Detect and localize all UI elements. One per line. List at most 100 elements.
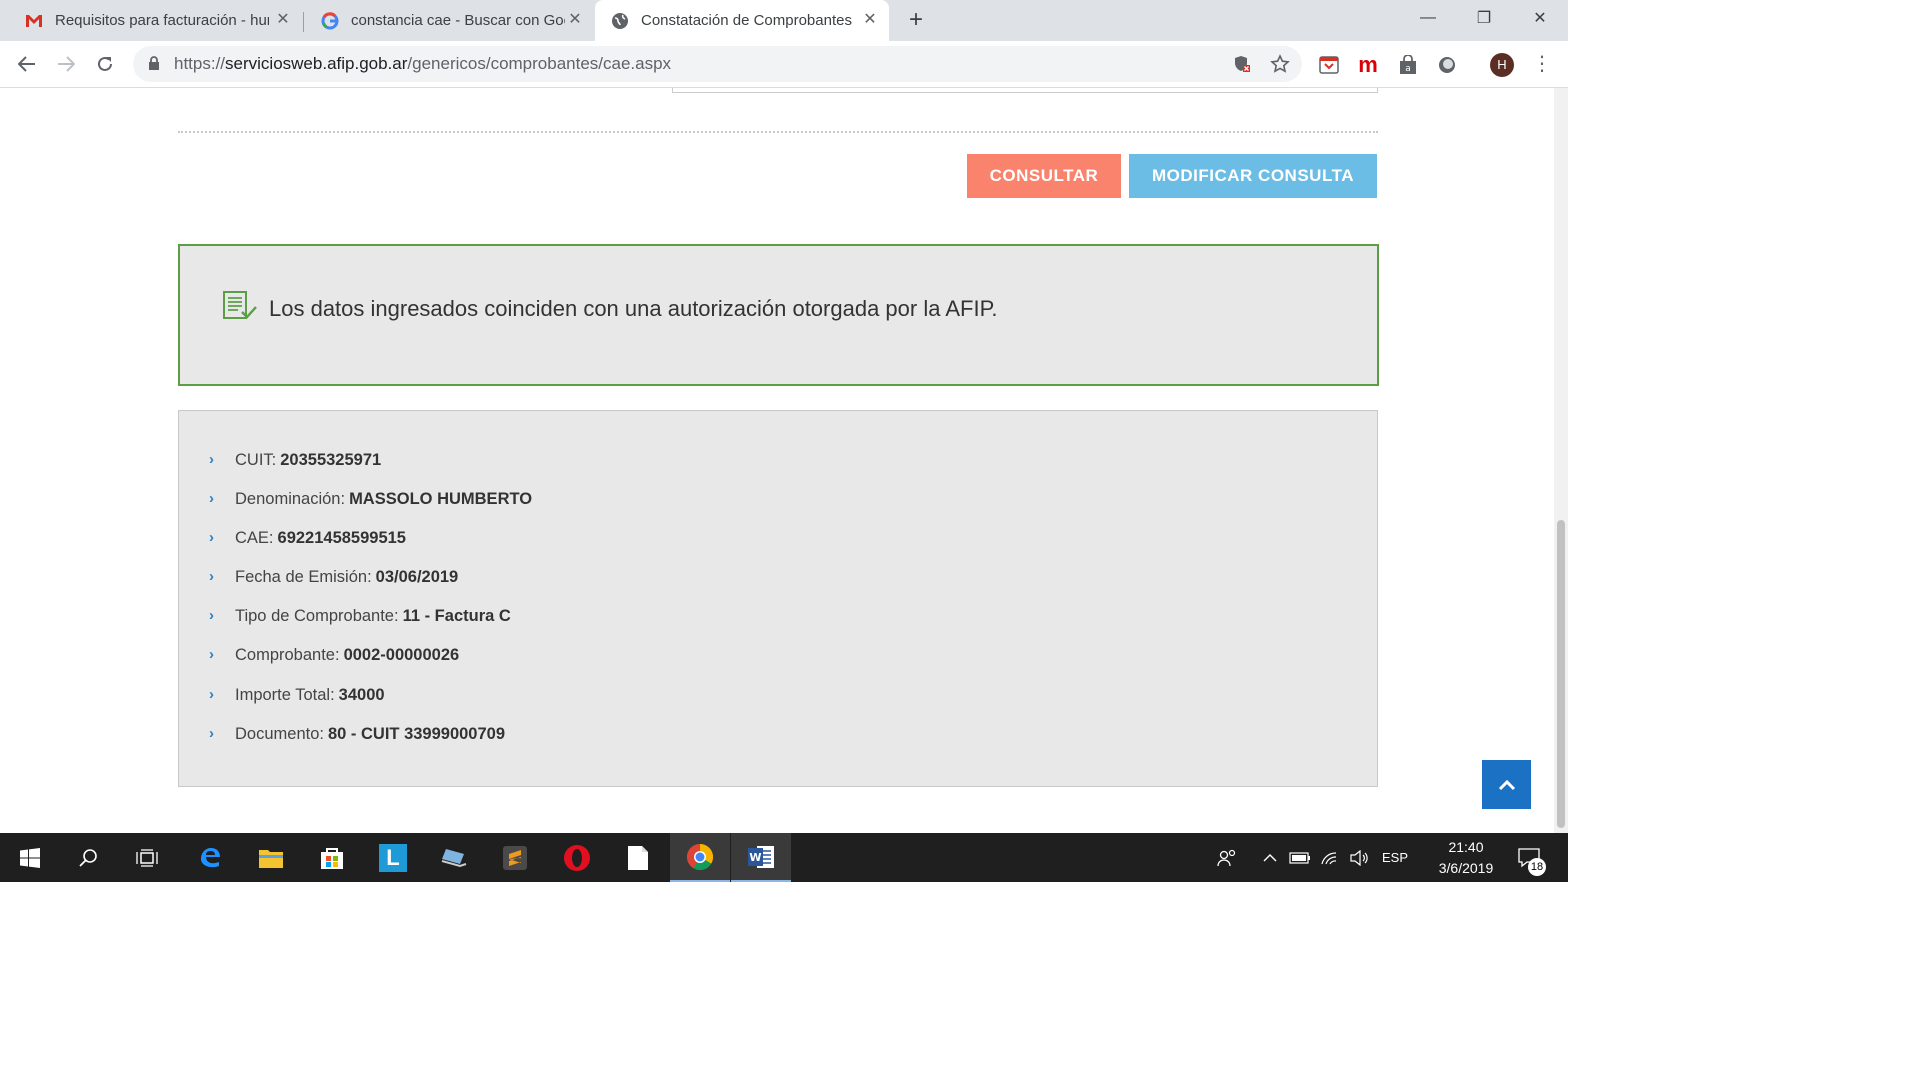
scrollbar-thumb[interactable]	[1557, 520, 1565, 828]
chevron-right-icon: ›	[209, 490, 214, 508]
opera-browser-icon[interactable]	[547, 833, 607, 882]
chevron-right-icon: ›	[209, 529, 214, 547]
svg-text:a: a	[1405, 64, 1411, 74]
new-tab-icon[interactable]: +	[904, 8, 928, 32]
tab-title: constancia cae - Buscar con Goo	[351, 12, 565, 29]
url-path: /genericos/comprobantes/cae.aspx	[407, 54, 672, 73]
details-list: › CUIT: 20355325971 › Denominación: MASSOLO …	[209, 451, 532, 764]
chevron-right-icon: ›	[209, 568, 214, 586]
chrome-browser-icon[interactable]	[670, 833, 730, 882]
blocked-content-icon[interactable]	[1232, 54, 1252, 74]
detail-value: 69221458599515	[277, 529, 406, 548]
tab-google-search[interactable]: constancia cae - Buscar con Goo ✕	[296, 0, 594, 41]
document-check-icon	[222, 290, 258, 327]
wifi-icon[interactable]	[1317, 833, 1343, 882]
windows-start-icon[interactable]	[0, 833, 60, 882]
success-message-box: Los datos ingresados coinciden con una a…	[178, 244, 1379, 386]
detail-value: 0002-00000026	[343, 646, 460, 665]
section-divider	[178, 131, 1378, 133]
mega-extension-icon[interactable]: m	[1357, 54, 1379, 76]
detail-label: CUIT:	[235, 451, 277, 469]
lock-icon	[148, 56, 160, 76]
detail-row-tipo-comprobante: › Tipo de Comprobante: 11 - Factura C	[209, 607, 532, 646]
success-message: Los datos ingresados coinciden con una a…	[269, 296, 998, 321]
restore-icon[interactable]: ❐	[1456, 0, 1512, 36]
minimize-icon[interactable]: —	[1400, 0, 1456, 36]
url-scheme: https://	[174, 54, 226, 73]
close-tab-icon[interactable]: ✕	[274, 11, 292, 29]
sublime-text-icon[interactable]	[485, 833, 545, 882]
clock-date: 3/6/2019	[1438, 860, 1494, 876]
modificar-consulta-button[interactable]: MODIFICAR CONSULTA	[1129, 154, 1377, 198]
back-icon[interactable]	[13, 50, 41, 78]
close-tab-icon[interactable]: ✕	[566, 11, 584, 29]
detail-label: Fecha de Emisión:	[235, 568, 372, 587]
chevron-up-icon[interactable]	[1258, 833, 1282, 882]
chevron-right-icon: ›	[209, 451, 214, 468]
chevron-up-icon	[1498, 779, 1515, 790]
close-tab-icon[interactable]: ✕	[861, 11, 879, 29]
page-scrollbar[interactable]	[1554, 88, 1568, 833]
people-icon[interactable]	[1212, 833, 1242, 882]
forward-icon[interactable]	[52, 50, 80, 78]
system-clock[interactable]: 21:40 3/6/2019	[1424, 837, 1508, 879]
detail-label: Importe Total:	[235, 685, 335, 704]
document-file-icon[interactable]	[608, 833, 668, 882]
l-app-icon[interactable]: L	[363, 833, 423, 882]
svg-text:W: W	[749, 851, 761, 864]
search-icon[interactable]	[58, 833, 118, 882]
detail-row-cae: › CAE: 69221458599515	[209, 529, 532, 568]
chevron-right-icon: ›	[209, 685, 214, 703]
tab-constatacion[interactable]: Constatación de Comprobantes | ✕	[595, 0, 889, 41]
close-window-icon[interactable]: ✕	[1512, 0, 1568, 36]
detail-value: 20355325971	[280, 451, 382, 469]
detail-row-importe-total: › Importe Total: 34000	[209, 686, 532, 725]
tab-title: Constatación de Comprobantes |	[641, 12, 855, 29]
browser-tab-strip: Requisitos para facturación - hum ✕ cons…	[0, 0, 1568, 41]
profile-avatar[interactable]: H	[1490, 53, 1514, 77]
detail-value: MASSOLO HUMBERTO	[349, 490, 533, 509]
notifications-icon[interactable]: 18	[1514, 833, 1546, 882]
tab-gmail[interactable]: Requisitos para facturación - hum ✕	[0, 0, 302, 41]
clock-time: 21:40	[1448, 839, 1484, 855]
detail-label: Documento:	[235, 724, 324, 743]
detail-row-denominacion: › Denominación: MASSOLO HUMBERTO	[209, 490, 532, 529]
microsoft-store-icon[interactable]	[302, 833, 362, 882]
google-icon	[321, 11, 339, 30]
consultar-button[interactable]: CONSULTAR	[967, 154, 1121, 198]
detail-value: 11 - Factura C	[402, 607, 511, 626]
address-bar[interactable]: https://serviciosweb.afip.gob.ar/generic…	[133, 46, 1302, 82]
edge-browser-icon[interactable]	[180, 833, 240, 882]
scroll-to-top-button[interactable]	[1482, 760, 1531, 809]
detail-row-documento: › Documento: 80 - CUIT 33999000709	[209, 725, 532, 764]
detail-value: 34000	[338, 685, 385, 704]
word-app-icon[interactable]: W	[731, 833, 791, 882]
pocket-extension-icon[interactable]	[1318, 54, 1340, 76]
detail-label: Comprobante:	[235, 646, 340, 665]
laptop-app-icon[interactable]	[424, 833, 484, 882]
browser-toolbar: https://serviciosweb.afip.gob.ar/generic…	[0, 41, 1568, 88]
detail-label: Tipo de Comprobante:	[235, 607, 399, 626]
bookmark-star-icon[interactable]	[1270, 54, 1290, 74]
language-indicator[interactable]: ESP	[1376, 833, 1414, 882]
browser-menu-icon[interactable]: ⋮	[1532, 53, 1552, 77]
shopping-bag-extension-icon[interactable]: a	[1397, 54, 1419, 76]
circle-extension-icon[interactable]	[1436, 54, 1458, 76]
detail-value: 03/06/2019	[375, 568, 459, 587]
reload-icon[interactable]	[91, 50, 119, 78]
detail-label: CAE:	[235, 529, 274, 548]
task-view-icon[interactable]	[117, 833, 177, 882]
detail-row-fecha-emision: › Fecha de Emisión: 03/06/2019	[209, 568, 532, 607]
volume-icon[interactable]	[1346, 833, 1372, 882]
notification-count-badge: 18	[1528, 858, 1546, 876]
previous-form-field	[672, 88, 1378, 93]
detail-value: 80 - CUIT 33999000709	[327, 724, 506, 743]
chevron-right-icon: ›	[209, 607, 214, 625]
url-host: serviciosweb.afip.gob.ar	[225, 54, 408, 73]
battery-icon[interactable]	[1287, 833, 1313, 882]
detail-row-cuit: › CUIT: 20355325971	[209, 451, 532, 490]
globe-icon	[611, 12, 629, 30]
detail-row-comprobante: › Comprobante: 0002-00000026	[209, 646, 532, 685]
file-explorer-icon[interactable]	[241, 833, 301, 882]
tab-title: Requisitos para facturación - hum	[55, 12, 269, 29]
